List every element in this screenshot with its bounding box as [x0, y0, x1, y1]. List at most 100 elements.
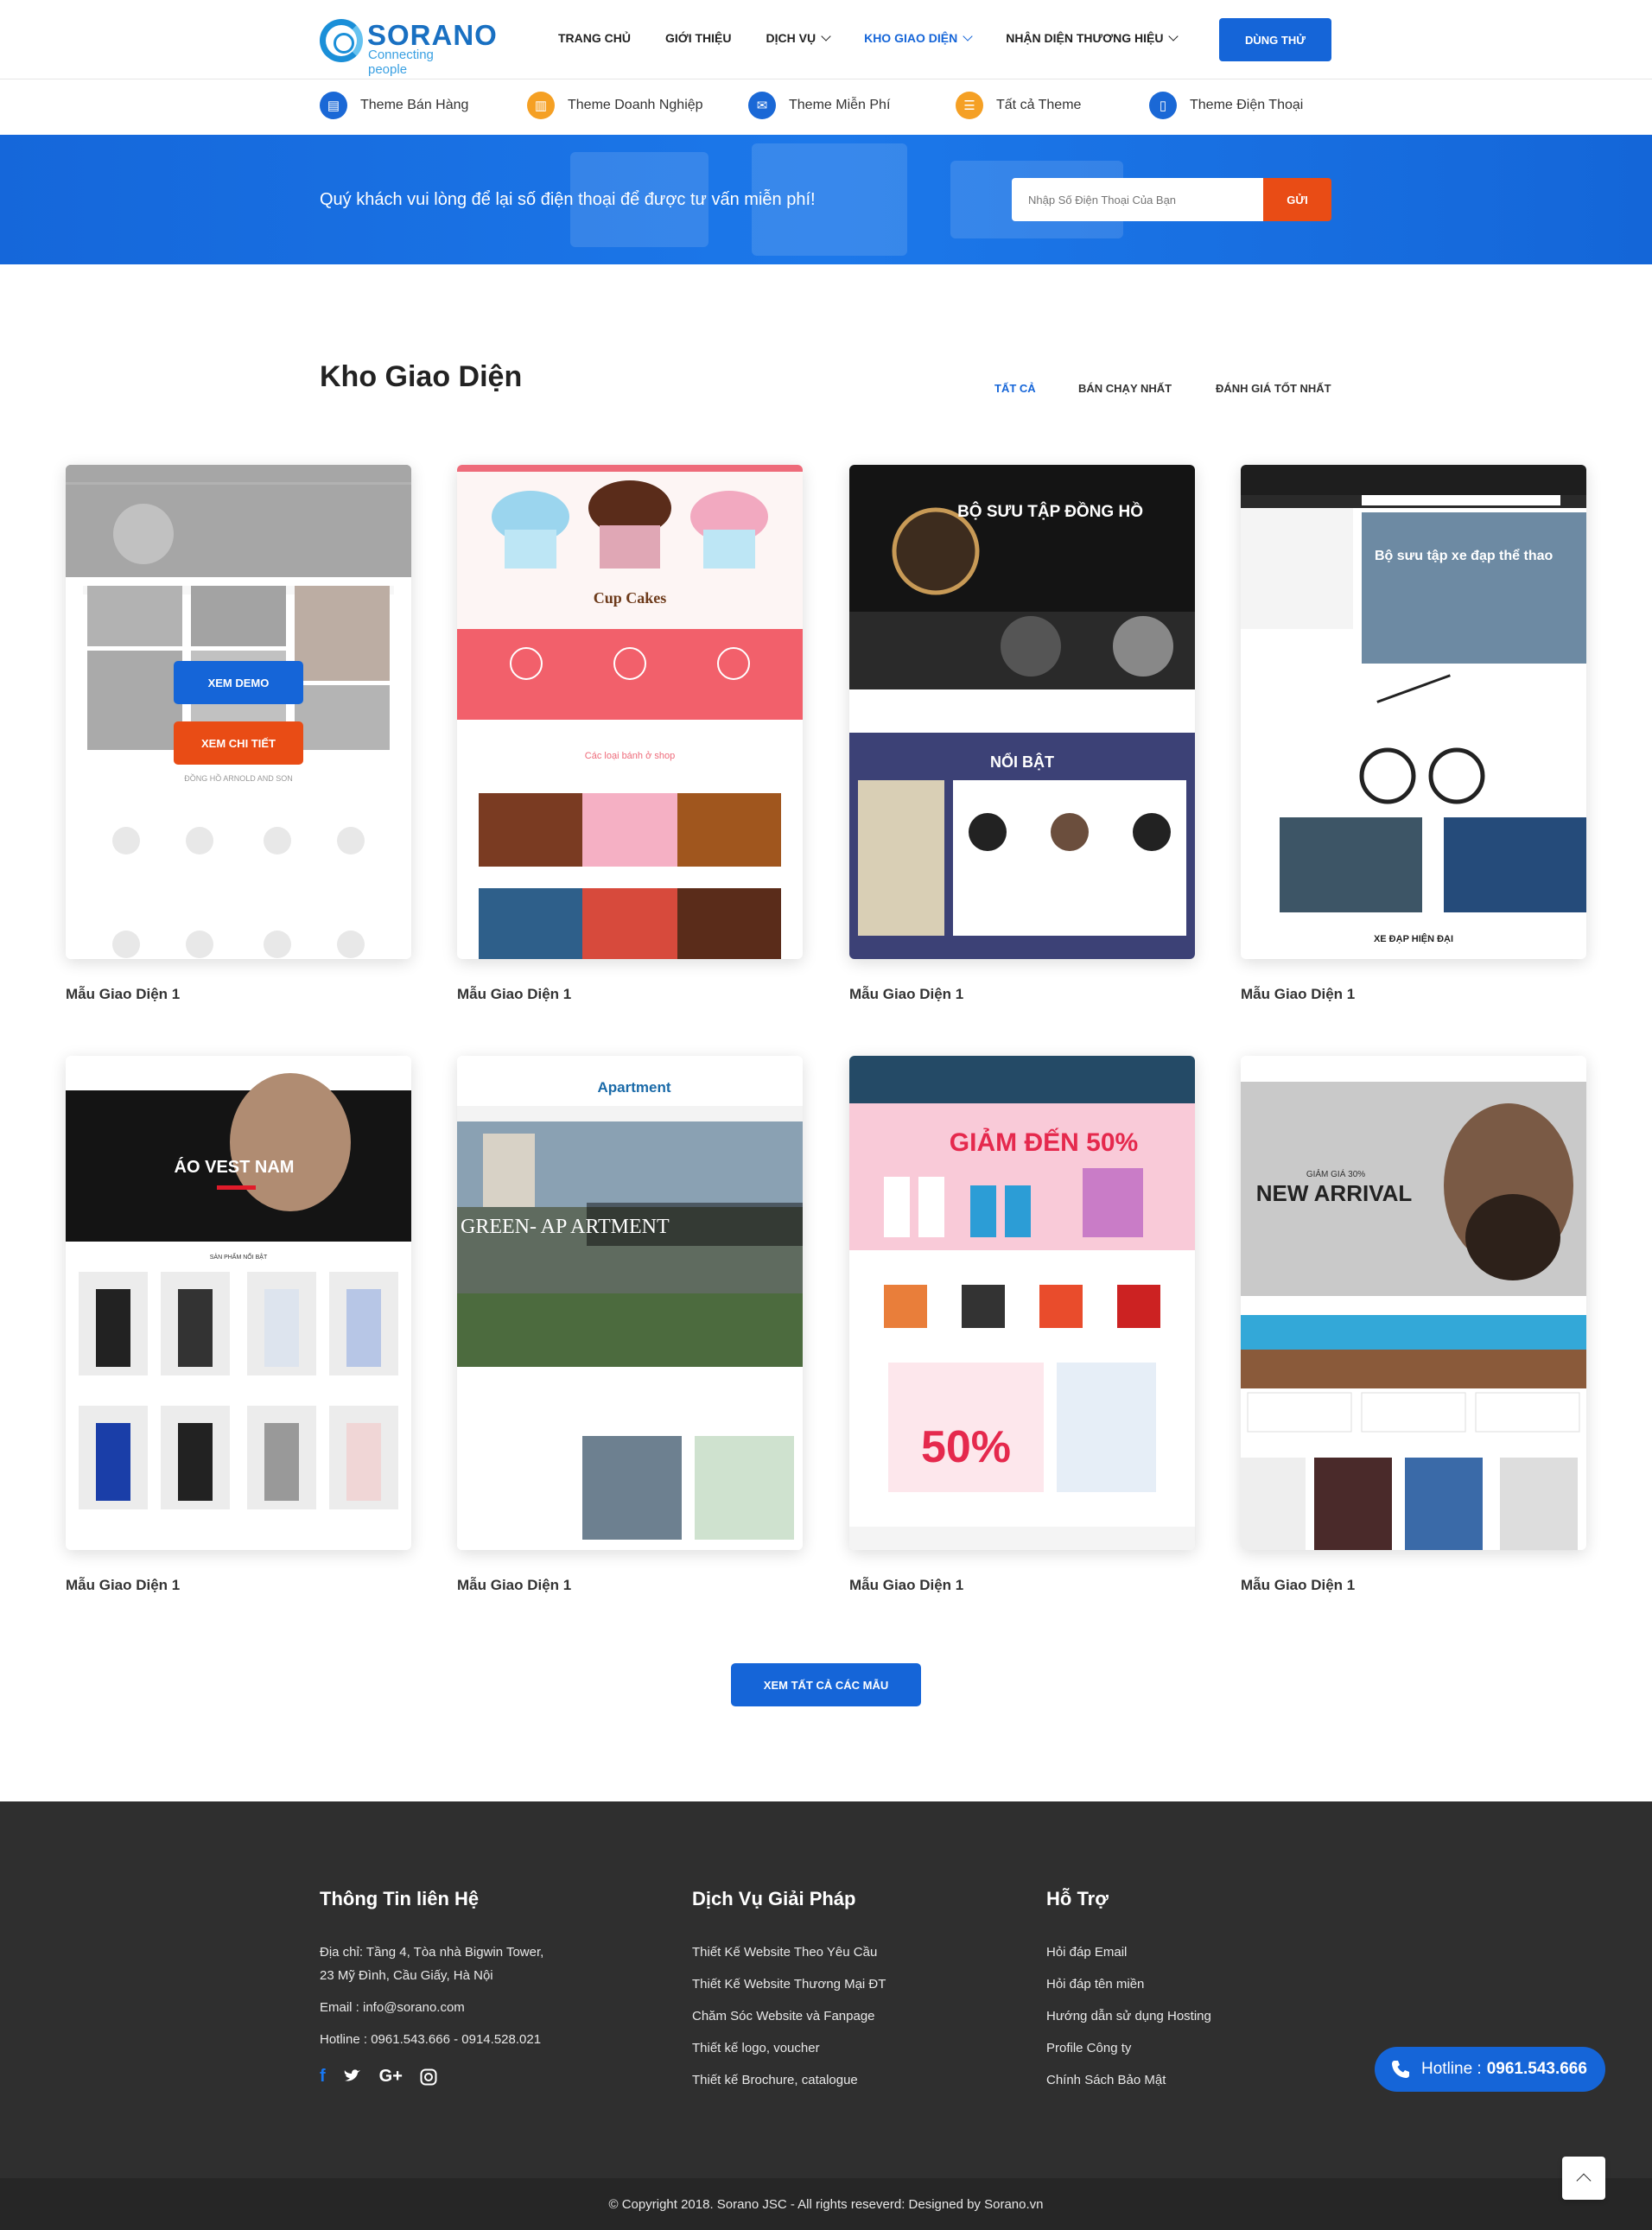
- tab-all[interactable]: TẤT CẢ: [994, 382, 1036, 395]
- thumbnail-caption: NEW ARRIVAL: [1256, 1180, 1413, 1206]
- footer-link[interactable]: Hỏi đáp tên miền: [1046, 1977, 1144, 1992]
- footer-link[interactable]: Thiết kế Brochure, catalogue: [692, 2073, 858, 2087]
- theme-card[interactable]: BỘ SƯU TẬP ĐỒNG HỒ NỔI BẬT: [849, 465, 1195, 959]
- contact-address-line1: Địa chỉ: Tầng 4, Tòa nhà Bigwin Tower,: [320, 1945, 544, 1960]
- chevron-down-icon: [821, 30, 831, 41]
- hotline-label: Hotline :: [1421, 2060, 1482, 2078]
- nav-branding[interactable]: NHẬN DIỆN THƯƠNG HIỆU: [1006, 30, 1179, 45]
- section-title: Kho Giao Diện: [320, 360, 523, 393]
- theme-thumbnail: Apartment GREEN- AP ARTMENT: [457, 1056, 803, 1550]
- footer-link[interactable]: Chính Sách Bảo Mật: [1046, 2073, 1166, 2087]
- theme-card[interactable]: GIẢM GIÁ 30% NEW ARRIVAL: [1241, 1056, 1586, 1550]
- svg-text:Apartment: Apartment: [597, 1079, 670, 1096]
- instagram-icon[interactable]: [420, 2068, 437, 2086]
- theme-thumbnail: ĐỒNG HỒ ARNOLD AND SON: [66, 465, 411, 959]
- logo-tagline: Connecting people: [368, 48, 434, 77]
- card-label[interactable]: Mẫu Giao Diện 1: [66, 1577, 180, 1594]
- svg-text:GIẢM GIÁ 30%: GIẢM GIÁ 30%: [1306, 1168, 1365, 1179]
- view-all-button[interactable]: XEM TẤT CẢ CÁC MẪU: [731, 1663, 921, 1706]
- card-label[interactable]: Mẫu Giao Diện 1: [849, 1577, 963, 1594]
- theme-card[interactable]: Cup Cakes Các loại bánh ở shop: [457, 465, 803, 959]
- send-button[interactable]: GỬI: [1263, 178, 1331, 221]
- site-header: SORANO Connecting people TRANG CHỦ GIỚI …: [0, 0, 1652, 79]
- card-label[interactable]: Mẫu Giao Diện 1: [66, 986, 180, 1003]
- theme-card[interactable]: Apartment GREEN- AP ARTMENT: [457, 1056, 803, 1550]
- chevron-down-icon: [1168, 30, 1179, 41]
- list-icon: ☰: [956, 92, 983, 119]
- subnav-business-theme[interactable]: ▥ Theme Doanh Nghiệp: [527, 92, 703, 119]
- phone-icon: ▯: [1149, 92, 1177, 119]
- back-to-top-button[interactable]: [1562, 2157, 1605, 2200]
- tab-top-rated[interactable]: ĐÁNH GIÁ TỐT NHẤT: [1216, 382, 1331, 395]
- footer-link[interactable]: Thiết Kế Website Thương Mại ĐT: [692, 1977, 886, 1992]
- subnav-sales-theme[interactable]: ▤ Theme Bán Hàng: [320, 92, 468, 119]
- subnav-free-theme[interactable]: ✉ Theme Miễn Phí: [748, 92, 890, 119]
- logo-icon: [320, 19, 363, 62]
- nav-about[interactable]: GIỚI THIỆU: [665, 31, 732, 45]
- contact-address-line2: 23 Mỹ Đình, Cầu Giấy, Hà Nội: [320, 1968, 493, 1983]
- contact-hotline[interactable]: Hotline : 0961.543.666 - 0914.528.021: [320, 2032, 541, 2047]
- theme-card[interactable]: ĐỒNG HỒ ARNOLD AND SON XEM DEMO XEM CHI …: [66, 465, 411, 959]
- footer-link[interactable]: Hỏi đáp Email: [1046, 1945, 1127, 1960]
- subnav-label: Theme Doanh Nghiệp: [568, 98, 703, 112]
- svg-text:50%: 50%: [921, 1422, 1011, 1472]
- tab-best-selling[interactable]: BÁN CHẠY NHẤT: [1078, 382, 1172, 395]
- theme-card[interactable]: ÁO VEST NAM SẢN PHẨM NỔI BẬT: [66, 1056, 411, 1550]
- subnav-all-themes[interactable]: ☰ Tất cả Theme: [956, 92, 1081, 119]
- footer-link[interactable]: Profile Công ty: [1046, 2041, 1131, 2055]
- card-label[interactable]: Mẫu Giao Diện 1: [1241, 986, 1355, 1003]
- theme-thumbnail: Bộ sưu tập xe đạp thể thao XE ĐẠP HIỆN Đ…: [1241, 465, 1586, 944]
- phone-icon: [1392, 2061, 1409, 2078]
- main-nav: TRANG CHỦ GIỚI THIỆU DỊCH VỤ KHO GIAO DI…: [558, 30, 1179, 45]
- thumbnail-caption: ÁO VEST NAM: [175, 1157, 295, 1177]
- svg-text:NỔI BẬT: NỔI BẬT: [990, 753, 1054, 771]
- thumbnail-caption: GREEN- AP ARTMENT: [461, 1216, 670, 1238]
- svg-text:Các loại bánh ở shop: Các loại bánh ở shop: [585, 751, 675, 761]
- theme-thumbnail: Cup Cakes Các loại bánh ở shop: [457, 465, 803, 959]
- logo[interactable]: SORANO Connecting people: [320, 17, 497, 77]
- thumbnail-caption: ĐỒNG HỒ ARNOLD AND SON: [184, 773, 293, 783]
- card-label[interactable]: Mẫu Giao Diện 1: [849, 986, 963, 1003]
- copyright-text: © Copyright 2018. Sorano JSC - All right…: [608, 2196, 1044, 2212]
- footer-link[interactable]: Thiết kế logo, voucher: [692, 2041, 820, 2055]
- contact-heading: Thông Tin liên Hệ: [320, 1888, 480, 1909]
- theme-card[interactable]: GIẢM ĐẾN 50% 50%: [849, 1056, 1195, 1550]
- hotline-float-button[interactable]: Hotline :0961.543.666: [1375, 2047, 1605, 2092]
- google-plus-icon[interactable]: G+: [379, 2067, 403, 2087]
- twitter-icon[interactable]: [343, 2068, 362, 2086]
- theme-thumbnail: GIẢM GIÁ 30% NEW ARRIVAL: [1241, 1056, 1586, 1550]
- phone-input[interactable]: [1012, 178, 1263, 221]
- nav-themes-label: KHO GIAO DIỆN: [864, 31, 958, 45]
- demo-button[interactable]: XEM DEMO: [174, 661, 303, 704]
- store-icon: ▤: [320, 92, 347, 119]
- consult-banner: Quý khách vui lòng để lại số điện thoại …: [0, 135, 1652, 264]
- footer-link[interactable]: Thiết Kế Website Theo Yêu Cầu: [692, 1945, 877, 1960]
- facebook-icon[interactable]: f: [320, 2067, 326, 2087]
- chart-icon: ▥: [527, 92, 555, 119]
- gift-icon: ✉: [748, 92, 776, 119]
- try-button[interactable]: DÙNG THỬ: [1219, 18, 1331, 61]
- contact-email[interactable]: Email : info@sorano.com: [320, 2000, 465, 2015]
- svg-text:SẢN PHẨM NỔI BẬT: SẢN PHẨM NỔI BẬT: [210, 1253, 268, 1261]
- footer-link[interactable]: Chăm Sóc Website và Fanpage: [692, 2009, 875, 2024]
- subnav-label: Theme Bán Hàng: [360, 98, 469, 112]
- nav-home-label: TRANG CHỦ: [558, 31, 631, 45]
- card-label[interactable]: Mẫu Giao Diện 1: [457, 986, 571, 1003]
- theme-thumbnail: GIẢM ĐẾN 50% 50%: [849, 1056, 1195, 1550]
- theme-card[interactable]: Bộ sưu tập xe đạp thể thao XE ĐẠP HIỆN Đ…: [1241, 465, 1586, 959]
- detail-button[interactable]: XEM CHI TIẾT: [174, 721, 303, 765]
- hotline-number: 0961.543.666: [1486, 2060, 1587, 2078]
- thumbnail-caption: Cup Cakes: [594, 589, 667, 607]
- card-label[interactable]: Mẫu Giao Diện 1: [457, 1577, 571, 1594]
- footer-link[interactable]: Hướng dẫn sử dụng Hosting: [1046, 2009, 1211, 2024]
- chevron-up-icon: [1576, 2173, 1592, 2189]
- social-links: f G+: [320, 2067, 437, 2087]
- nav-home[interactable]: TRANG CHỦ: [558, 31, 631, 45]
- services-heading: Dịch Vụ Giải Pháp: [692, 1888, 856, 1909]
- card-label[interactable]: Mẫu Giao Diện 1: [1241, 1577, 1355, 1594]
- subnav-label: Theme Điện Thoại: [1190, 98, 1304, 112]
- copyright-bar: © Copyright 2018. Sorano JSC - All right…: [0, 2178, 1652, 2230]
- nav-themes[interactable]: KHO GIAO DIỆN: [864, 30, 973, 45]
- subnav-phone-theme[interactable]: ▯ Theme Điện Thoại: [1149, 92, 1303, 119]
- nav-services[interactable]: DỊCH VỤ: [766, 30, 831, 45]
